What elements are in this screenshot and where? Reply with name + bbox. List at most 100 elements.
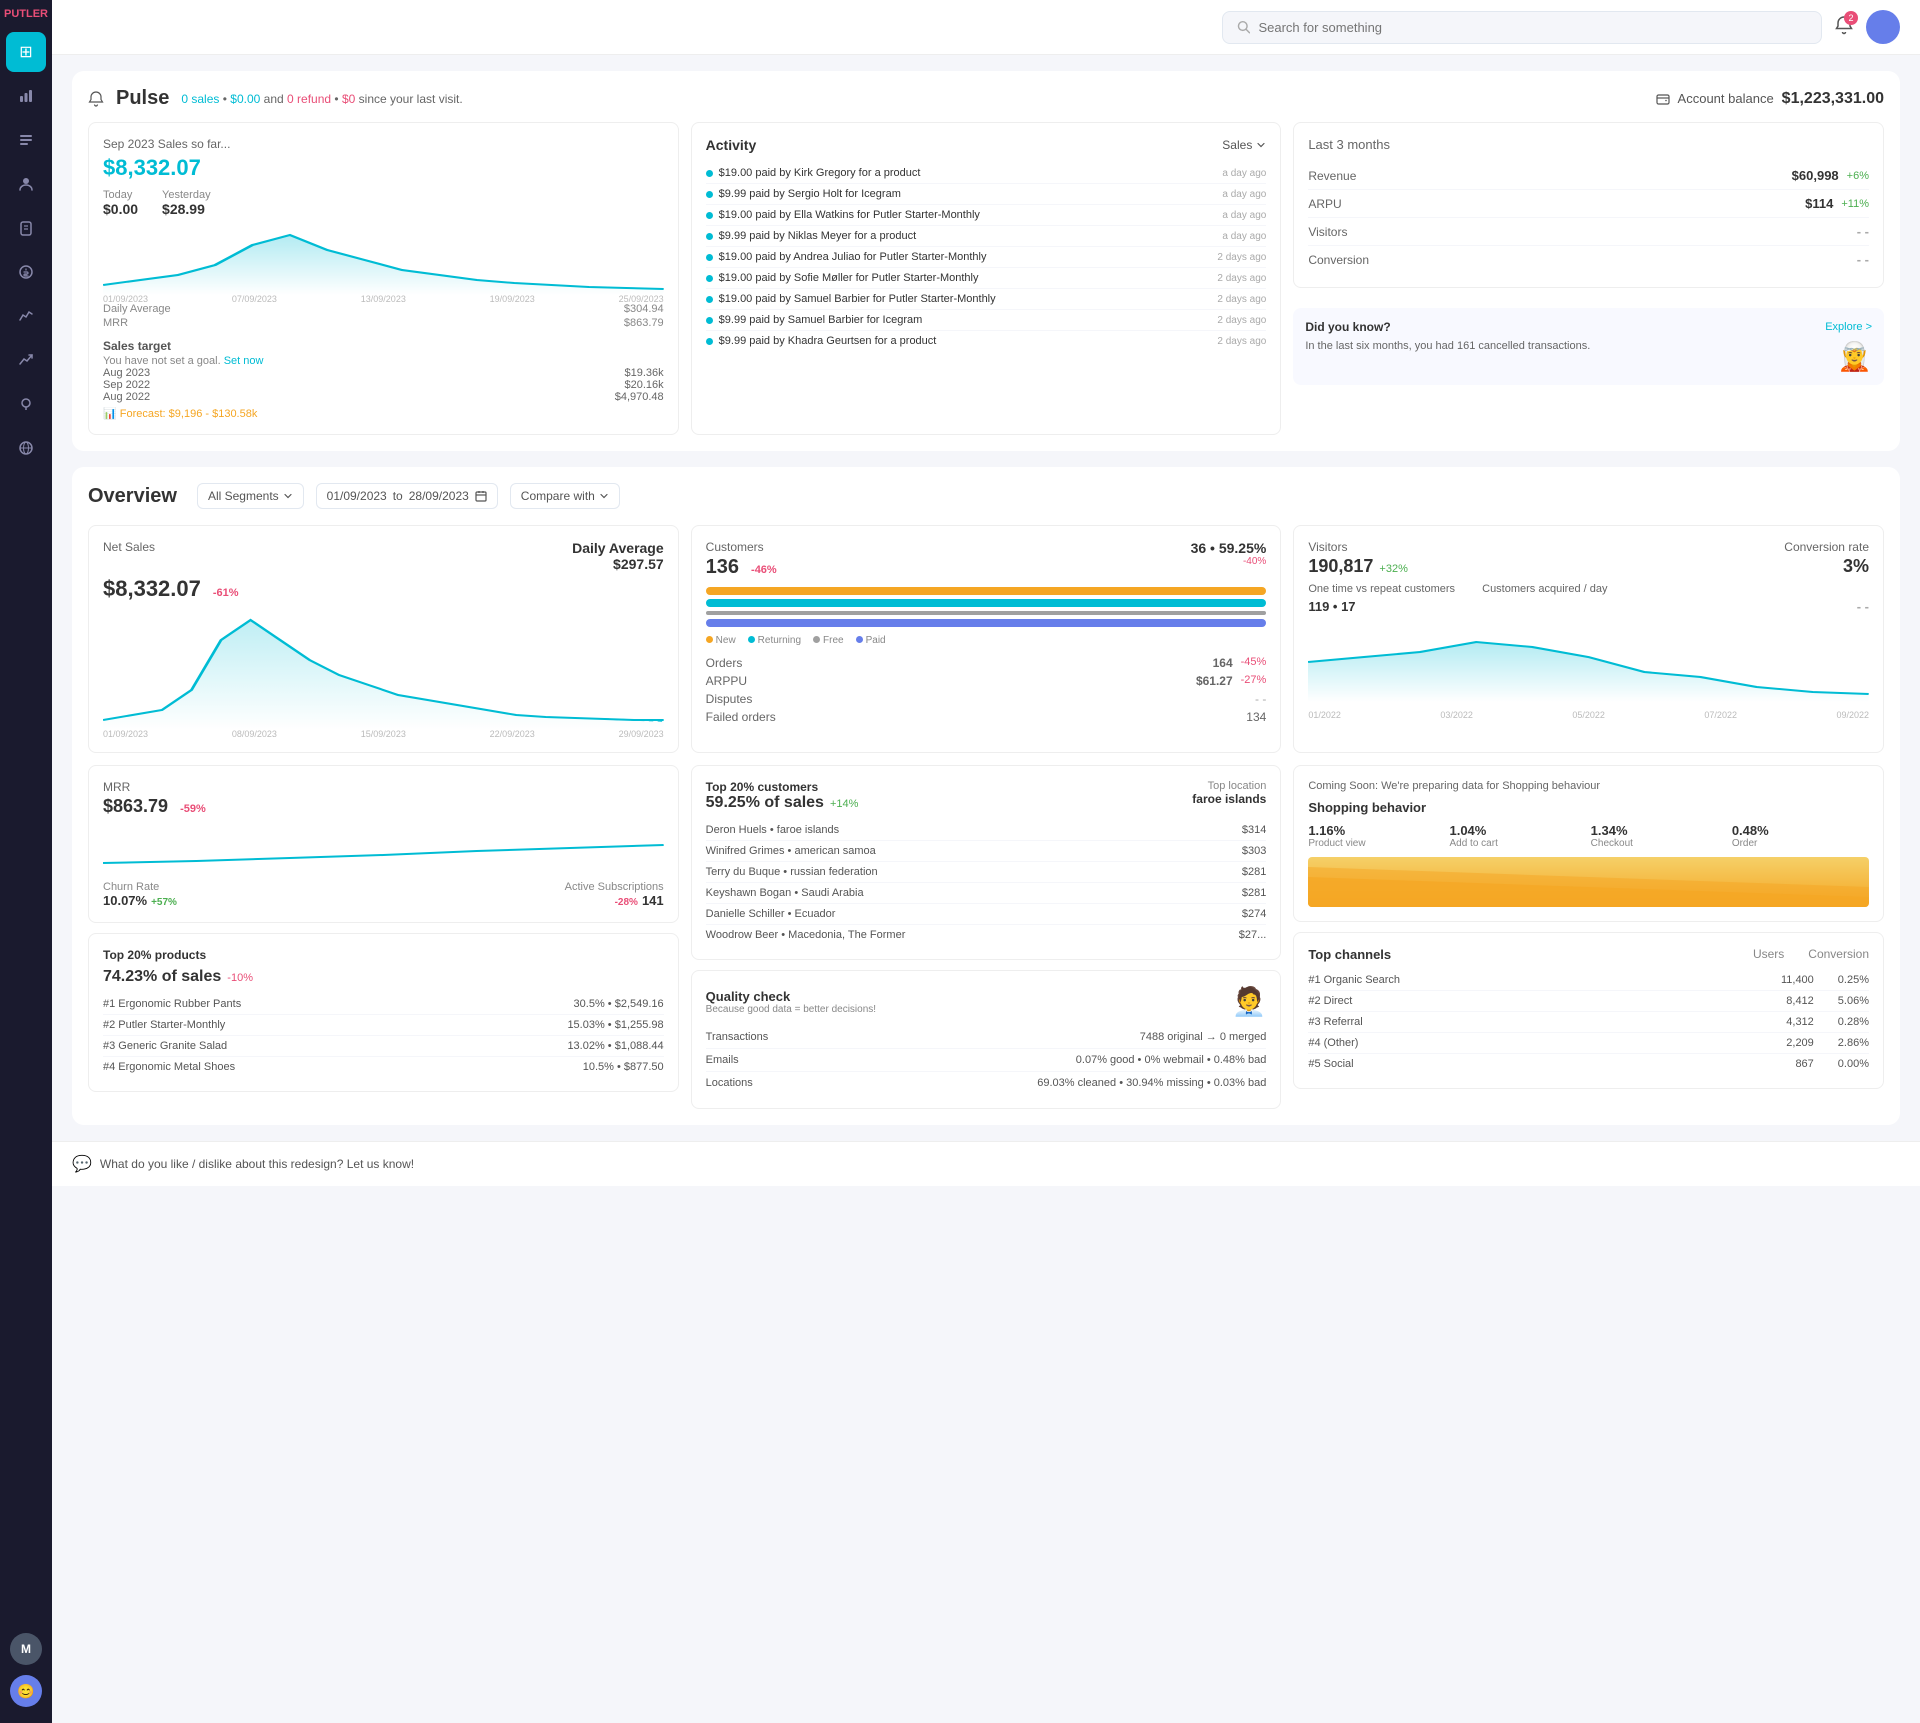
shopping-channels-col: Coming Soon: We're preparing data for Sh… bbox=[1293, 765, 1884, 1109]
mrr-label: MRR bbox=[103, 317, 128, 329]
feedback-icon: 💬 bbox=[72, 1154, 92, 1174]
sidebar-item-global[interactable] bbox=[6, 428, 46, 468]
activity-text: $9.99 paid by Khadra Geurtsen for a prod… bbox=[719, 335, 1210, 347]
net-sales-change: -61% bbox=[213, 587, 239, 599]
sidebar-item-reports[interactable] bbox=[6, 208, 46, 248]
channel-row: #1 Organic Search11,4000.25% bbox=[1308, 970, 1869, 991]
mrr-sub-stats: Churn Rate 10.07% +57% Active Subscripti… bbox=[103, 881, 664, 908]
search-bar[interactable] bbox=[1222, 11, 1822, 44]
sales-stats: Daily Average$304.94 MRR$863.79 bbox=[103, 303, 664, 329]
customers-label: Customers bbox=[706, 540, 777, 554]
customers-right: 36 • 59.25% -40% bbox=[1191, 540, 1267, 567]
chevron-down-icon bbox=[1256, 140, 1266, 150]
stat-visitors: Visitors - - bbox=[1308, 218, 1869, 246]
sidebar-item-dashboard[interactable]: ⊞ bbox=[6, 32, 46, 72]
pulse-bell-icon bbox=[88, 91, 104, 107]
pulse-refund-amount: $0 bbox=[342, 92, 355, 106]
funnel-stats: 1.16% Product view 1.04% Add to cart 1.3… bbox=[1308, 823, 1869, 849]
stats-card-title: Last 3 months bbox=[1308, 137, 1869, 152]
tc-sales-change: +14% bbox=[830, 798, 858, 810]
dyk-text: In the last six months, you had 161 canc… bbox=[1305, 340, 1829, 352]
pulse-suffix: since your last visit. bbox=[359, 92, 463, 106]
activity-filter[interactable]: Sales bbox=[1222, 138, 1266, 152]
sidebar-item-payouts[interactable] bbox=[6, 252, 46, 292]
wallet-icon bbox=[1656, 92, 1670, 106]
channel-row: #2 Direct8,4125.06% bbox=[1308, 991, 1869, 1012]
activity-time: 2 days ago bbox=[1217, 273, 1266, 284]
funnel-stat: 1.04% Add to cart bbox=[1449, 823, 1586, 849]
legend-returning-dot bbox=[748, 636, 755, 643]
churn-change: +57% bbox=[151, 897, 177, 908]
avatar-user[interactable]: 😊 bbox=[10, 1675, 42, 1707]
activity-header: Activity Sales bbox=[706, 137, 1267, 153]
one-time-values: 119 • 17 - - bbox=[1308, 599, 1869, 614]
customers-change: -46% bbox=[751, 564, 777, 576]
notification-button[interactable]: 2 bbox=[1834, 15, 1854, 40]
pulse-grid: Sep 2023 Sales so far... $8,332.07 Today… bbox=[88, 122, 1884, 435]
visitors-header: Visitors 190,817 +32% Conversion rate 3% bbox=[1308, 540, 1869, 577]
legend-returning-label: Returning bbox=[758, 635, 801, 646]
tc-row: Deron Huels • faroe islands$314 bbox=[706, 820, 1267, 841]
product-row: #3 Generic Granite Salad13.02% • $1,088.… bbox=[103, 1036, 664, 1057]
funnel-stat: 1.34% Checkout bbox=[1591, 823, 1728, 849]
target-row-1: Sep 2022$20.16k bbox=[103, 379, 664, 391]
activity-text: $9.99 paid by Samuel Barbier for Icegram bbox=[719, 314, 1210, 326]
pulse-header: Pulse 0 sales • $0.00 and 0 refund • $0 … bbox=[88, 87, 1884, 110]
sales-targets: Sales target You have not set a goal. Se… bbox=[103, 339, 664, 420]
sales-mini-chart: 01/09/202307/09/202313/09/202319/09/2023… bbox=[103, 225, 664, 295]
sales-card: Sep 2023 Sales so far... $8,332.07 Today… bbox=[88, 122, 679, 435]
set-now-link[interactable]: Set now bbox=[224, 355, 264, 367]
tc-header: Top 20% customers 59.25% of sales +14% T… bbox=[706, 780, 1267, 812]
activity-item: $19.00 paid by Andrea Juliao for Putler … bbox=[706, 247, 1267, 268]
customers-value: 136 bbox=[706, 556, 739, 579]
quality-illustration: 🧑‍💼 bbox=[1231, 985, 1266, 1018]
avatar-m[interactable]: M bbox=[10, 1633, 42, 1665]
date-range-picker[interactable]: 01/09/2023 to 28/09/2023 bbox=[316, 483, 498, 509]
sidebar-item-orders[interactable] bbox=[6, 120, 46, 160]
main-content: 2 Pulse 0 sales • $0.00 and 0 refund • $… bbox=[52, 0, 1920, 1723]
one-time-label: One time vs repeat customers Customers a… bbox=[1308, 583, 1869, 595]
yesterday-label: Yesterday bbox=[162, 189, 211, 201]
sidebar-item-trends[interactable] bbox=[6, 340, 46, 380]
sidebar-item-customers[interactable] bbox=[6, 164, 46, 204]
sales-amount: $8,332.07 bbox=[103, 155, 664, 181]
sidebar-item-analytics[interactable] bbox=[6, 296, 46, 336]
search-input[interactable] bbox=[1258, 20, 1807, 35]
stat-conversion: Conversion - - bbox=[1308, 246, 1869, 273]
orders-row: Orders 164 -45% bbox=[706, 656, 1267, 670]
activity-dot bbox=[706, 296, 713, 303]
sidebar-item-insights[interactable] bbox=[6, 384, 46, 424]
failed-orders-row: Failed orders 134 bbox=[706, 710, 1267, 724]
activity-time: 2 days ago bbox=[1217, 315, 1266, 326]
overview-grid: Net Sales Daily Average $297.57 $8,332.0… bbox=[88, 525, 1884, 753]
legend-free-label: Free bbox=[823, 635, 844, 646]
products-sales-pct: 74.23% of sales bbox=[103, 968, 221, 986]
right-panel: Last 3 months Revenue $60,998 +6% ARPU $ bbox=[1293, 122, 1884, 435]
visitors-date-labels: 01/2022 03/2022 05/2022 07/2022 09/2022 bbox=[1308, 710, 1869, 720]
activity-text: $19.00 paid by Kirk Gregory for a produc… bbox=[719, 167, 1215, 179]
today-label: Today bbox=[103, 189, 138, 201]
channels-title: Top channels bbox=[1308, 947, 1391, 962]
forecast-text: 📊 Forecast: $9,196 - $130.58k bbox=[103, 407, 664, 420]
active-subs-label: Active Subscriptions bbox=[565, 881, 664, 893]
overview-header: Overview All Segments 01/09/2023 to 28/0… bbox=[88, 483, 1884, 509]
activity-text: $9.99 paid by Niklas Meyer for a product bbox=[719, 230, 1215, 242]
legend-new-dot bbox=[706, 636, 713, 643]
quality-row: Emails0.07% good • 0% webmail • 0.48% ba… bbox=[706, 1049, 1267, 1072]
activity-dot bbox=[706, 212, 713, 219]
product-row: #2 Putler Starter-Monthly15.03% • $1,255… bbox=[103, 1015, 664, 1036]
tc-location: Top location faroe islands bbox=[1192, 780, 1266, 812]
explore-link[interactable]: Explore > bbox=[1825, 321, 1872, 333]
activity-title: Activity bbox=[706, 137, 757, 153]
mrr-col: MRR $863.79 -59% Churn Rate bbox=[88, 765, 679, 1109]
mrr-value: $863.79 bbox=[103, 796, 168, 817]
activity-item: $19.00 paid by Ella Watkins for Putler S… bbox=[706, 205, 1267, 226]
sidebar-item-revenue[interactable] bbox=[6, 76, 46, 116]
arppu-row: ARPPU $61.27 -27% bbox=[706, 674, 1267, 688]
user-avatar[interactable] bbox=[1866, 10, 1900, 44]
activity-time: a day ago bbox=[1222, 210, 1266, 221]
segment-select[interactable]: All Segments bbox=[197, 483, 304, 509]
calendar-icon bbox=[475, 490, 487, 502]
compare-with-button[interactable]: Compare with bbox=[510, 483, 620, 509]
set-goal-text: You have not set a goal. Set now bbox=[103, 355, 664, 367]
